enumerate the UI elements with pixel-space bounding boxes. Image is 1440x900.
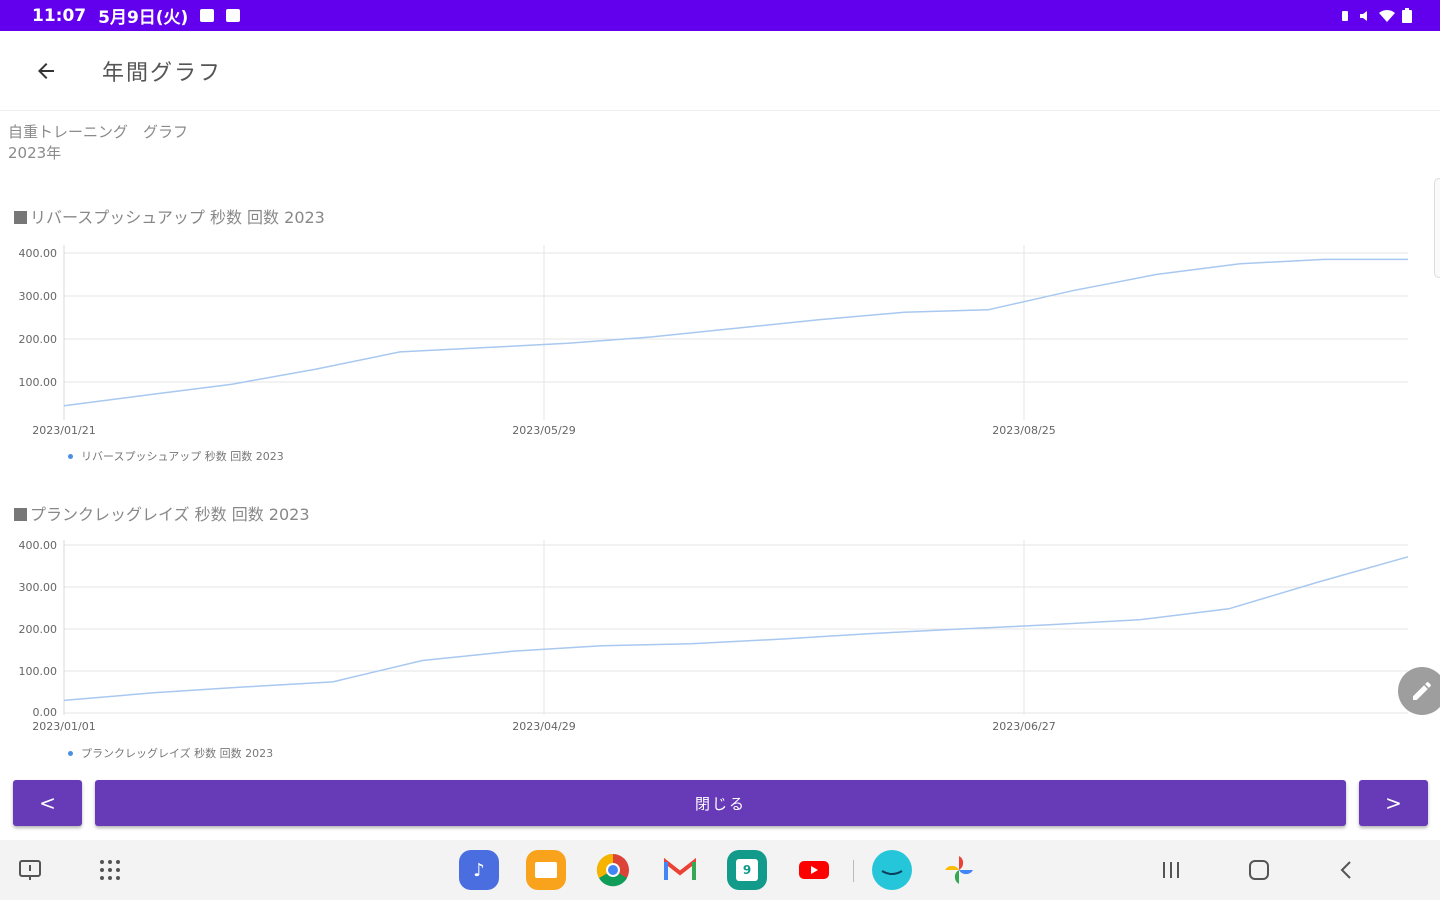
prev-button[interactable]: < — [13, 780, 82, 826]
screen-assistant-button[interactable] — [10, 850, 50, 890]
chart-2-title: プランクレッグレイズ 秒数 回数 2023 — [14, 501, 310, 525]
next-button[interactable]: > — [1359, 780, 1428, 826]
arrow-left-icon — [38, 62, 54, 79]
x-tick-label: 2023/05/29 — [512, 424, 575, 437]
screen-icon — [19, 860, 41, 880]
y-tick-label: 0.00 — [33, 706, 58, 719]
taskbar: ♪ 9 — [0, 840, 1440, 900]
folder-icon — [526, 850, 566, 890]
x-tick-label: 2023/01/21 — [32, 424, 95, 437]
chart-1-title: リバースプッシュアップ 秒数 回数 2023 — [14, 204, 325, 228]
calendar-icon: 9 — [727, 850, 767, 890]
prime-video-app-icon[interactable] — [872, 850, 912, 890]
chrome-app-icon[interactable] — [593, 850, 633, 890]
chart-1-legend: リバースプッシュアップ 秒数 回数 2023 — [68, 448, 284, 464]
chart-1-title-text: リバースプッシュアップ 秒数 回数 2023 — [30, 208, 325, 227]
status-left: 11:07 5月9日(火) — [32, 3, 241, 28]
app-drawer-button[interactable] — [90, 850, 130, 890]
y-tick-label: 300.00 — [19, 290, 58, 303]
music-note-icon: ♪ — [459, 850, 499, 890]
pencil-icon — [1413, 681, 1431, 700]
subtitle-year: 2023年 — [8, 144, 62, 162]
message-icon — [226, 9, 241, 22]
battery-icon — [1402, 8, 1412, 23]
legend-dot-icon — [68, 750, 73, 756]
recents-icon — [1163, 862, 1179, 878]
chart-2-grid — [63, 540, 1408, 715]
home-button[interactable] — [1239, 850, 1279, 890]
square-icon — [14, 211, 27, 224]
gmail-icon — [664, 858, 696, 880]
calendar-day: 9 — [736, 859, 758, 881]
y-tick-label: 300.00 — [19, 581, 58, 594]
page-title: 年間グラフ — [102, 60, 223, 86]
taskbar-divider — [853, 860, 854, 882]
chart-1-grid — [63, 245, 1408, 420]
chart-2-title-text: プランクレッグレイズ 秒数 回数 2023 — [30, 505, 310, 524]
y-tick-label: 200.00 — [19, 333, 58, 346]
status-date: 5月9日(火) — [98, 8, 189, 28]
square-icon — [14, 508, 27, 521]
chart-2: 400.00 300.00 200.00 100.00 0.00 2023/01… — [19, 539, 1409, 733]
close-button[interactable]: 閉じる — [95, 780, 1346, 826]
home-icon — [1249, 860, 1269, 880]
x-tick-label: 2023/06/27 — [992, 720, 1055, 733]
chart-2-legend-label: プランクレッグレイズ 秒数 回数 2023 — [81, 747, 274, 760]
y-tick-label: 400.00 — [19, 539, 58, 552]
y-tick-label: 200.00 — [19, 623, 58, 636]
chart-1-series-line — [63, 258, 1408, 407]
back-nav-button[interactable] — [1327, 850, 1367, 890]
y-tick-label: 400.00 — [19, 247, 58, 260]
chevron-left-icon — [1340, 861, 1351, 879]
legend-dot-icon — [68, 453, 73, 459]
y-tick-label: 100.00 — [19, 665, 58, 678]
chart-1-legend-label: リバースプッシュアップ 秒数 回数 2023 — [81, 450, 284, 463]
recent-apps-button[interactable] — [1151, 850, 1191, 890]
subtitle-category: 自重トレーニング グラフ — [8, 123, 189, 141]
photos-app-icon[interactable] — [939, 850, 979, 890]
pinwheel-icon — [945, 856, 973, 884]
y-tick-label: 100.00 — [19, 376, 58, 389]
back-button[interactable] — [18, 43, 74, 99]
chrome-icon — [596, 853, 629, 887]
prime-video-icon — [872, 850, 912, 890]
chart-1: 400.00 300.00 200.00 100.00 2023/01/21 2… — [19, 245, 1408, 437]
x-tick-label: 2023/01/01 — [32, 720, 95, 733]
status-time: 11:07 — [32, 5, 87, 26]
music-app-icon[interactable]: ♪ — [459, 850, 499, 890]
calendar-app-icon[interactable]: 9 — [727, 850, 767, 890]
mute-icon — [1360, 10, 1367, 21]
youtube-icon — [799, 861, 829, 879]
app-bar: 年間グラフ — [0, 31, 1440, 111]
youtube-app-icon[interactable] — [794, 850, 834, 890]
wifi-icon — [1379, 9, 1395, 22]
graph-subtitle: 自重トレーニング グラフ 2023年 — [8, 122, 188, 164]
edge-panel-handle[interactable] — [1434, 178, 1440, 278]
status-bar: 11:07 5月9日(火) — [0, 0, 1440, 31]
x-tick-label: 2023/04/29 — [512, 720, 575, 733]
chart-2-legend: プランクレッグレイズ 秒数 回数 2023 — [68, 745, 273, 761]
gmail-app-icon[interactable] — [660, 850, 700, 890]
notification-icon — [200, 9, 215, 22]
files-app-icon[interactable] — [526, 850, 566, 890]
vibrate-icon — [1342, 10, 1348, 21]
x-tick-label: 2023/08/25 — [992, 424, 1055, 437]
edit-button[interactable] — [1398, 667, 1440, 715]
grid-icon — [100, 860, 120, 880]
status-right — [1338, 8, 1412, 23]
